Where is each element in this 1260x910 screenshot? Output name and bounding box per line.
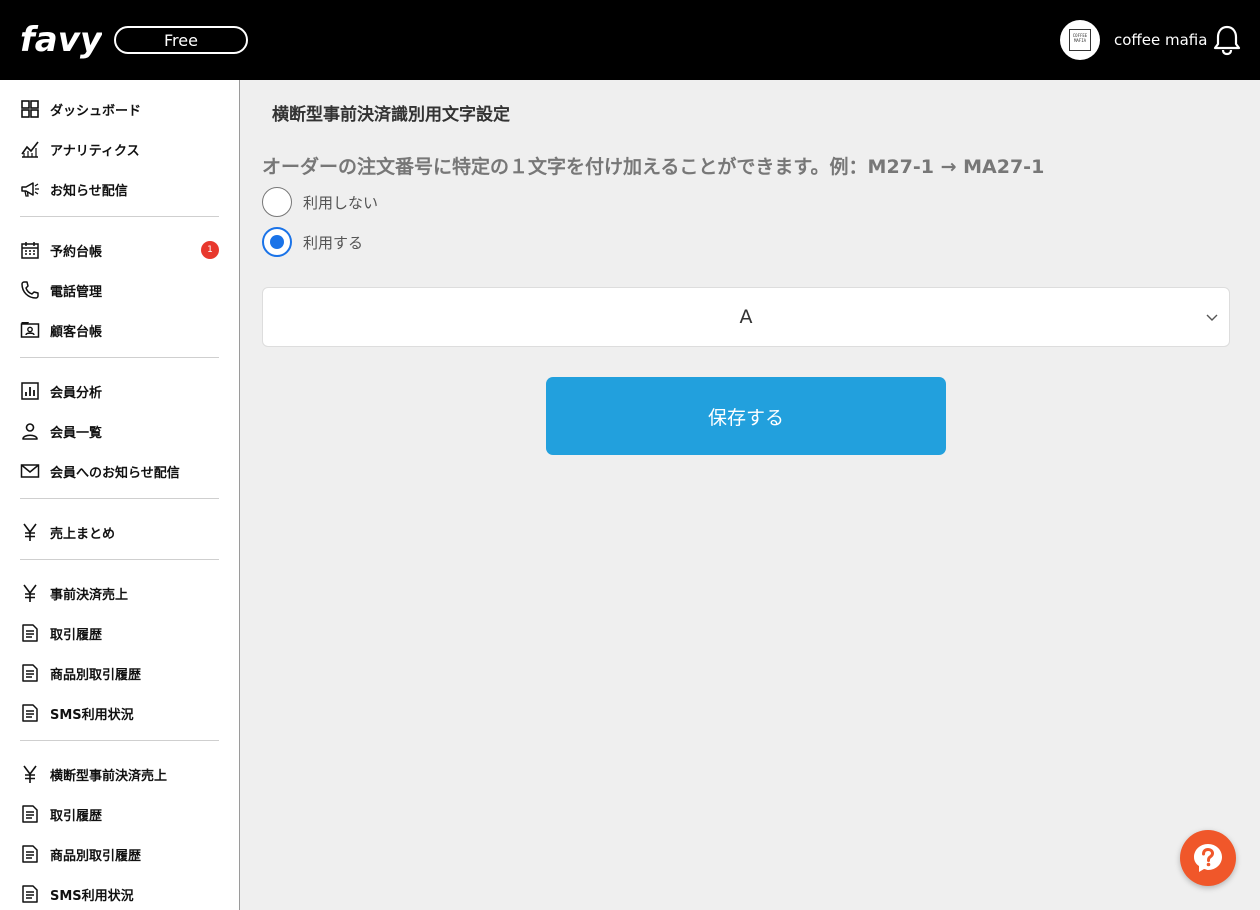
- sidebar-item[interactable]: 商品別取引履歴: [20, 842, 220, 866]
- document-icon: [22, 704, 38, 722]
- top-bar: favy Free COFFEE MAFIA coffee mafia: [0, 0, 1260, 80]
- bell-icon[interactable]: [1212, 24, 1242, 56]
- sidebar-item-label: 商品別取引履歴: [50, 848, 142, 864]
- sidebar-item-label: 商品別取引履歴: [50, 667, 142, 683]
- sidebar-item-label: 会員分析: [50, 385, 103, 401]
- sidebar-item[interactable]: 顧客台帳: [20, 318, 220, 342]
- identifier-select[interactable]: A: [262, 287, 1230, 347]
- sidebar-item[interactable]: SMS利用状況: [20, 882, 220, 906]
- sidebar-divider: [20, 216, 219, 217]
- sidebar-divider: [20, 498, 219, 499]
- sidebar-item[interactable]: 売上まとめ: [20, 520, 220, 544]
- shop-avatar[interactable]: COFFEE MAFIA: [1060, 20, 1100, 60]
- document-icon: [22, 845, 38, 863]
- sidebar-item-label: SMS利用状況: [50, 707, 134, 723]
- sidebar-item[interactable]: 会員分析: [20, 379, 220, 403]
- radio-use[interactable]: [262, 227, 292, 257]
- plan-badge[interactable]: Free: [114, 26, 248, 54]
- document-icon: [22, 624, 38, 642]
- megaphone-icon: [21, 182, 39, 197]
- sidebar: ダッシュボード アナリティクス お知らせ配信 予約台帳 1 電話管理顧客台帳会員分析会員一…: [0, 80, 240, 910]
- description-text: オーダーの注文番号に特定の１文字を付け加えることができます。例：M27-1 → …: [262, 156, 1045, 178]
- sidebar-divider: [20, 357, 219, 358]
- sidebar-item[interactable]: 横断型事前決済売上: [20, 762, 220, 786]
- help-icon: [1194, 844, 1222, 872]
- option-not-use-label: 利用しない: [303, 193, 379, 212]
- contact-card-icon: [20, 322, 40, 338]
- sidebar-item-label: ダッシュボード: [50, 103, 142, 119]
- sidebar-item[interactable]: 予約台帳 1: [20, 238, 220, 262]
- sidebar-item[interactable]: 商品別取引履歴: [20, 661, 220, 685]
- shop-name[interactable]: coffee mafia: [1114, 30, 1207, 50]
- sidebar-item[interactable]: お知らせ配信: [20, 177, 220, 201]
- sidebar-item[interactable]: 取引履歴: [20, 621, 220, 645]
- help-button[interactable]: [1180, 830, 1236, 886]
- chevron-down-icon: [1206, 314, 1218, 321]
- document-icon: [22, 885, 38, 903]
- favy-logo[interactable]: favy: [20, 20, 102, 60]
- document-icon: [22, 664, 38, 682]
- sidebar-item-label: 取引履歴: [50, 627, 103, 643]
- yen-icon: [23, 765, 37, 783]
- sidebar-item-label: 取引履歴: [50, 808, 103, 824]
- sidebar-item[interactable]: 事前決済売上: [20, 581, 220, 605]
- svg-text:favy: favy: [20, 20, 102, 60]
- person-icon: [22, 423, 38, 440]
- sidebar-item-label: 事前決済売上: [50, 587, 129, 603]
- sidebar-item-label: 横断型事前決済売上: [50, 768, 168, 784]
- sidebar-item[interactable]: 会員一覧: [20, 419, 220, 443]
- option-use-label: 利用する: [303, 233, 364, 252]
- sidebar-item-label: 電話管理: [50, 284, 103, 300]
- calendar-icon: [21, 242, 39, 259]
- yen-icon: [23, 584, 37, 602]
- sidebar-item[interactable]: SMS利用状況: [20, 701, 220, 725]
- option-not-use[interactable]: 利用しない: [262, 187, 378, 217]
- sidebar-item-label: お知らせ配信: [50, 183, 128, 199]
- chart-line-icon: [21, 141, 39, 158]
- sidebar-item-label: 売上まとめ: [50, 526, 116, 542]
- grid-icon: [21, 100, 39, 118]
- sidebar-item[interactable]: 取引履歴: [20, 802, 220, 826]
- save-button[interactable]: 保存する: [546, 377, 946, 455]
- avatar-logo-text: COFFEE MAFIA: [1069, 29, 1091, 51]
- plan-label: Free: [164, 30, 198, 50]
- sidebar-divider: [20, 740, 219, 741]
- page-title: 横断型事前決済識別用文字設定: [272, 105, 510, 125]
- mail-icon: [20, 464, 40, 478]
- radio-not-use[interactable]: [262, 187, 292, 217]
- sidebar-item-label: 会員へのお知らせ配信: [50, 465, 180, 481]
- sidebar-item-label: 会員一覧: [50, 425, 103, 441]
- sidebar-item[interactable]: 会員へのお知らせ配信: [20, 459, 220, 483]
- yen-icon: [23, 523, 37, 541]
- sidebar-item-label: 顧客台帳: [50, 324, 103, 340]
- sidebar-item-label: SMS利用状況: [50, 888, 134, 904]
- sidebar-divider: [20, 559, 219, 560]
- sidebar-item[interactable]: アナリティクス: [20, 137, 220, 161]
- phone-icon: [21, 281, 39, 299]
- option-use[interactable]: 利用する: [262, 227, 363, 257]
- identifier-select-value: A: [739, 306, 753, 328]
- document-icon: [22, 805, 38, 823]
- sidebar-item[interactable]: 電話管理: [20, 278, 220, 302]
- bar-chart-icon: [21, 382, 39, 400]
- sidebar-item-label: 予約台帳: [50, 244, 103, 260]
- notification-badge: 1: [201, 241, 219, 259]
- sidebar-item-label: アナリティクス: [50, 143, 140, 159]
- sidebar-item[interactable]: ダッシュボード: [20, 97, 220, 121]
